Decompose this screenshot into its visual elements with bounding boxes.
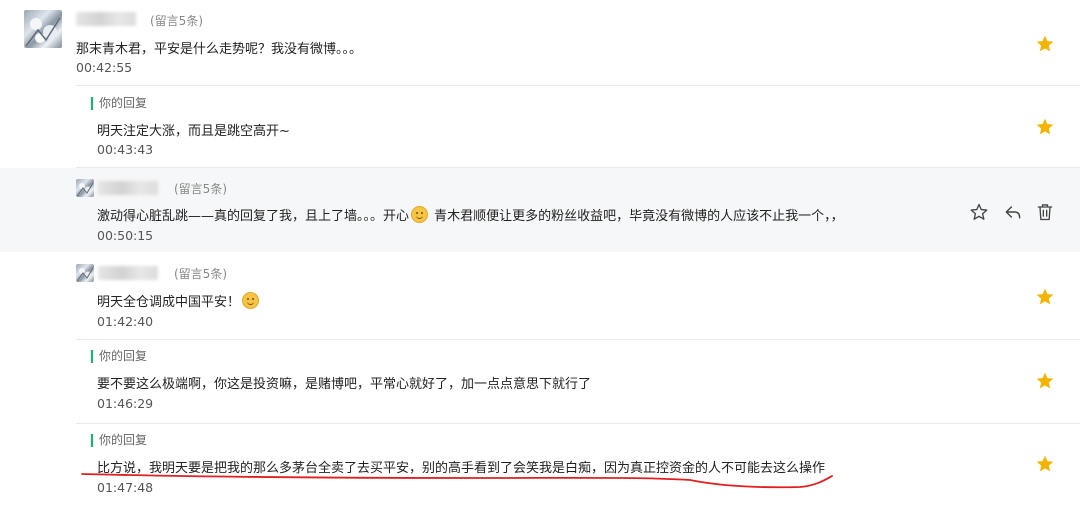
star-icon[interactable] — [1035, 454, 1055, 474]
message-count: (留言5条) — [174, 267, 227, 281]
avatar[interactable] — [24, 10, 62, 48]
nickname-blurred — [98, 181, 158, 195]
message-1: (留言5条) 那末青木君，平安是什么走势呢？我没有微博。。。 00:42:55 — [0, 0, 1080, 86]
avatar[interactable] — [76, 264, 94, 282]
star-icon[interactable] — [1035, 117, 1055, 137]
star-icon[interactable] — [1035, 34, 1055, 54]
message-text-part-2: 青木君顺便让更多的粉丝收益吧，毕竟没有微博的人应该不止我一个，， — [430, 209, 844, 224]
message-text-content: 明天全仓调成中国平安！ — [97, 295, 241, 310]
star-icon[interactable] — [1035, 287, 1055, 307]
message-text: 激动得心脏乱跳——真的回复了我，且上了墙。。。开心 青木君顺便让更多的粉丝收益吧… — [97, 205, 844, 224]
reply-3: 你的回复 比方说，我明天要是把我的那么多茅台全卖了去买平安，别的高手看到了会笑我… — [0, 424, 1080, 507]
reply-text: 要不要这么极端啊，你这是投资嘛，是赌博吧，平常心就好了，加一点点意思下就行了 — [97, 377, 592, 392]
nickname-blurred — [76, 12, 136, 26]
reply-text: 明天注定大涨，而且是跳空高开~ — [97, 124, 290, 139]
avatar[interactable] — [76, 179, 94, 197]
reply-icon[interactable] — [1003, 202, 1023, 222]
reply-label: 你的回复 — [91, 350, 147, 363]
trash-icon[interactable] — [1035, 202, 1055, 222]
message-2: (留言5条) 激动得心脏乱跳——真的回复了我，且上了墙。。。开心 青木君顺便让更… — [0, 168, 1080, 252]
reply-time: 00:43:43 — [97, 142, 154, 157]
message-count: (留言5条) — [150, 14, 203, 28]
reply-label: 你的回复 — [91, 434, 147, 447]
message-3: (留言5条) 明天全仓调成中国平安！ 01:42:40 — [0, 254, 1080, 340]
message-time: 01:42:40 — [97, 314, 154, 329]
message-text: 那末青木君，平安是什么走势呢？我没有微博。。。 — [76, 42, 363, 57]
message-text-part-1: 激动得心脏乱跳——真的回复了我，且上了墙。。。开心 — [97, 209, 410, 224]
reply-1: 你的回复 明天注定大涨，而且是跳空高开~ 00:43:43 — [0, 86, 1080, 168]
message-time: 00:50:15 — [97, 228, 154, 243]
reply-2: 你的回复 要不要这么极端啊，你这是投资嘛，是赌博吧，平常心就好了，加一点点意思下… — [0, 340, 1080, 424]
reply-label: 你的回复 — [91, 97, 147, 110]
smile-emoji-icon — [242, 292, 260, 309]
message-time: 00:42:55 — [76, 60, 133, 75]
message-text: 明天全仓调成中国平安！ — [97, 291, 261, 310]
reply-time: 01:46:29 — [97, 396, 154, 411]
message-count: (留言5条) — [174, 182, 227, 196]
nickname-blurred — [98, 266, 158, 280]
star-icon[interactable] — [1035, 371, 1055, 391]
grin-emoji-icon — [411, 206, 429, 223]
red-underline-annotation — [81, 473, 833, 489]
star-outline-icon[interactable] — [969, 202, 989, 222]
